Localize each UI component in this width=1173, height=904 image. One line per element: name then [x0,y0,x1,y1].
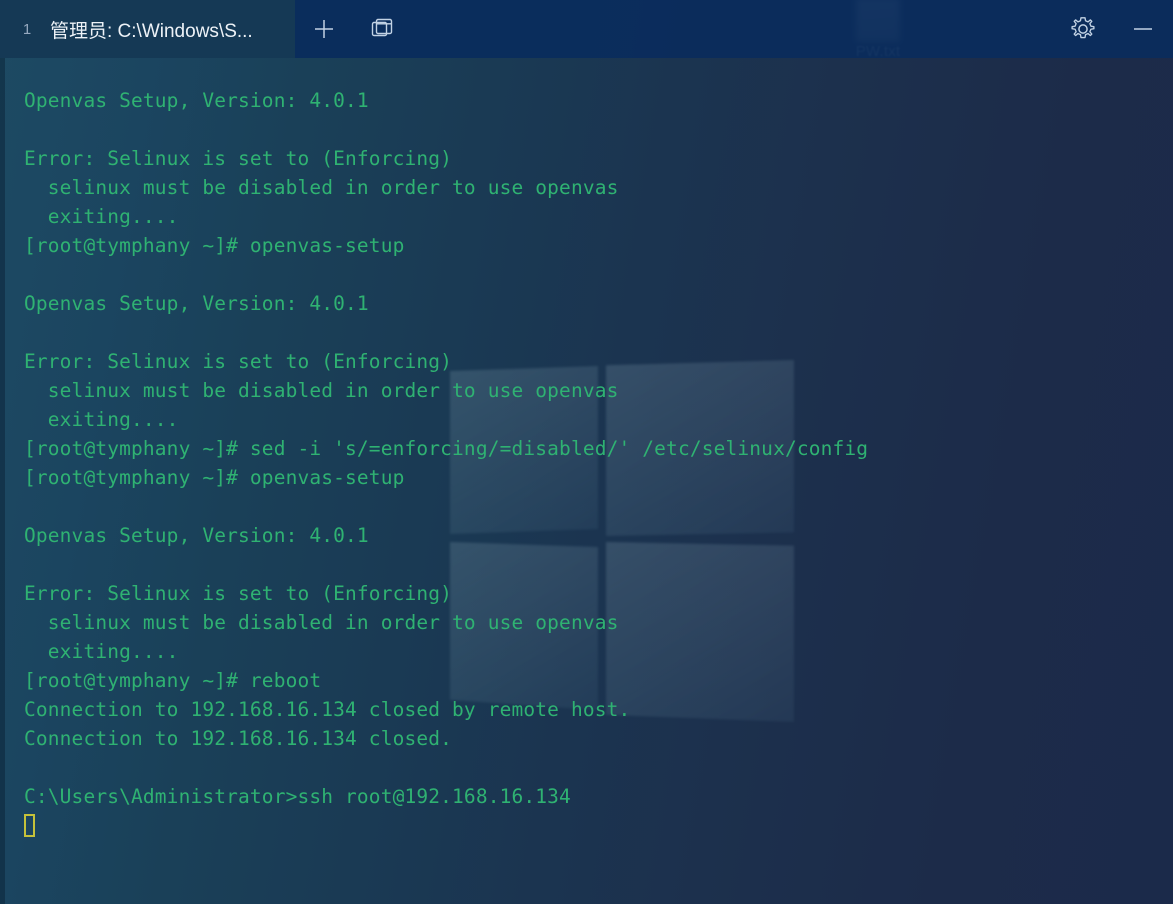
terminal-line: Openvas Setup, Version: 4.0.1 [24,524,369,547]
titlebar: 1 管理员: C:\Windows\S... [0,0,1173,58]
settings-button[interactable] [1053,0,1113,58]
terminal-line: Connection to 192.168.16.134 closed by r… [24,698,631,721]
panes-dropdown-icon [370,17,394,41]
terminal-line: [root@tymphany ~]# reboot [24,669,322,692]
terminal-line: Error: Selinux is set to (Enforcing) [24,350,453,373]
terminal-line: Openvas Setup, Version: 4.0.1 [24,292,369,315]
plus-icon [313,18,335,40]
terminal-line: Error: Selinux is set to (Enforcing) [24,147,453,170]
terminal-line: selinux must be disabled in order to use… [24,379,619,402]
tab-title: 管理员: C:\Windows\S... [50,20,253,42]
block-cursor [24,814,35,837]
tab-1[interactable]: 1 管理员: C:\Windows\S... [0,0,295,58]
gear-icon [1070,16,1096,42]
terminal-output[interactable]: Openvas Setup, Version: 4.0.1 Error: Sel… [0,58,1173,904]
terminal-line: selinux must be disabled in order to use… [24,176,619,199]
titlebar-drag-region[interactable] [411,0,1053,58]
tab-number: 1 [22,20,32,38]
terminal-line: selinux must be disabled in order to use… [24,611,619,634]
terminal-cursor-line [24,811,1173,840]
terminal-line: [root@tymphany ~]# sed -i 's/=enforcing/… [24,437,869,460]
terminal-line: [root@tymphany ~]# openvas-setup [24,466,405,489]
titlebar-left-group: 1 管理员: C:\Windows\S... [0,0,411,58]
terminal-line: exiting.... [24,408,179,431]
terminal-line: Error: Selinux is set to (Enforcing) [24,582,453,605]
terminal-line: Connection to 192.168.16.134 closed. [24,727,453,750]
terminal-window: PW.txt 1 管理员: C:\Windows\S... [0,0,1173,904]
terminal-line: [root@tymphany ~]# openvas-setup [24,234,405,257]
terminal-line: C:\Users\Administrator>ssh root@192.168.… [24,785,571,808]
terminal-line: exiting.... [24,640,179,663]
minimize-button[interactable] [1113,0,1173,58]
minimize-icon [1131,23,1155,35]
tab-dropdown-button[interactable] [353,0,411,58]
terminal-line: Openvas Setup, Version: 4.0.1 [24,89,369,112]
terminal-line: exiting.... [24,205,179,228]
new-tab-button[interactable] [295,0,353,58]
titlebar-right-group [1053,0,1173,58]
